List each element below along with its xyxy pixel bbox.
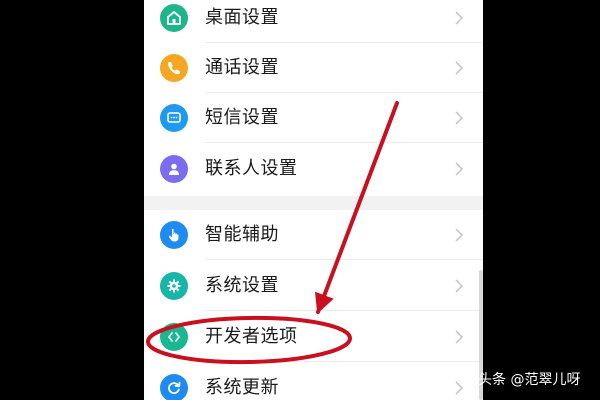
annotation-ellipse xyxy=(146,315,352,365)
annotation-arrow xyxy=(315,101,399,314)
annotation-overlay xyxy=(146,101,399,365)
watermark-text: 头条 @范翠儿呀 xyxy=(478,372,581,388)
